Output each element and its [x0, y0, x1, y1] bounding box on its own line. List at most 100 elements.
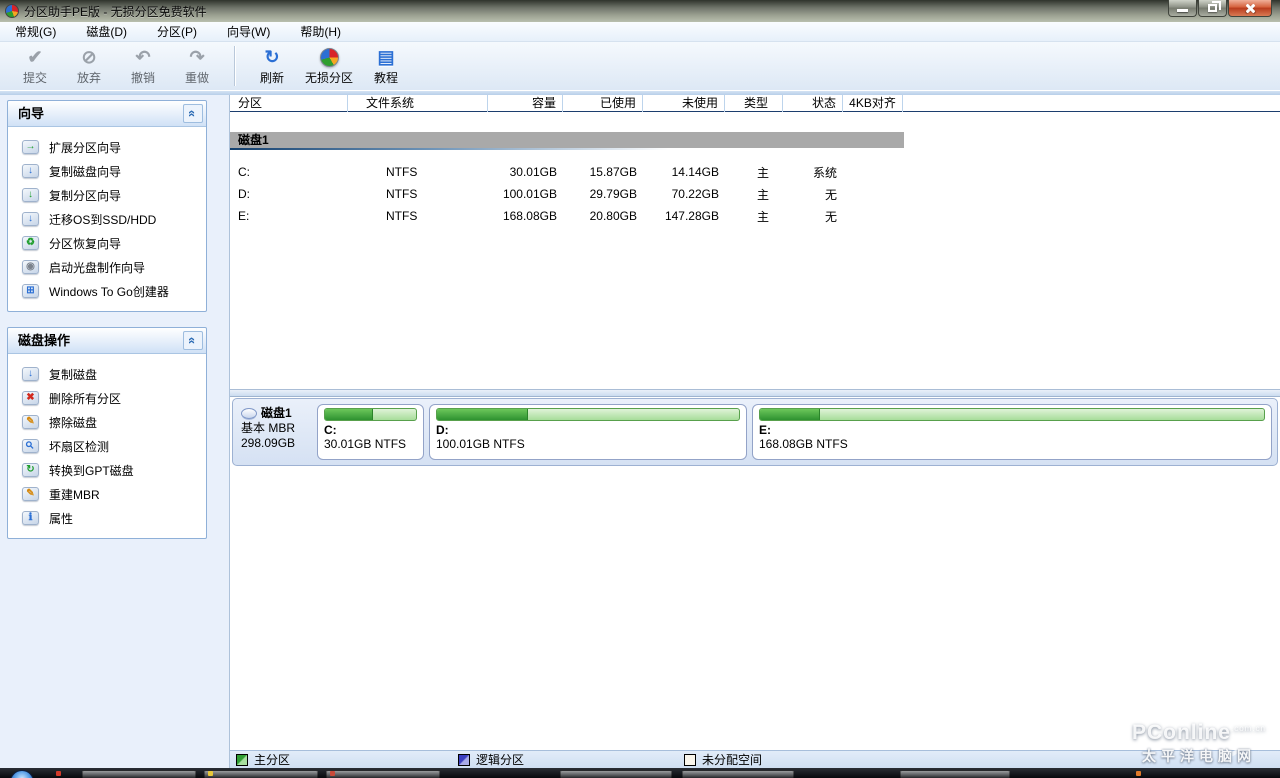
sidebar-item-migrate-os[interactable]: ↓ 迁移OS到SSD/HDD [8, 207, 206, 231]
partition-table-header: 分区 文件系统 容量 已使用 未使用 类型 状态 4KB对齐 [230, 95, 1280, 112]
magnifier-icon: ⚲ [22, 439, 39, 453]
commit-button[interactable]: ✔ 提交 [8, 44, 62, 88]
taskbar-icon [330, 771, 335, 776]
main-area: 分区 文件系统 容量 已使用 未使用 类型 状态 4KB对齐 磁盘1 C: NT… [230, 95, 1280, 768]
table-row-e[interactable]: E: NTFS 168.08GB 20.80GB 147.28GB 主 无 [230, 205, 1280, 227]
sidebar-item-copy-partition-wizard[interactable]: ↓ 复制分区向导 [8, 183, 206, 207]
legend-logical-partition: 逻辑分区 [458, 751, 524, 768]
sidebar-item-properties[interactable]: ℹ 属性 [8, 506, 206, 530]
minimize-button[interactable] [1168, 0, 1197, 17]
disk-group-underline [230, 148, 904, 150]
menu-disk[interactable]: 磁盘(D) [71, 22, 142, 42]
taskbar-window-button[interactable] [204, 770, 318, 778]
restore-button[interactable] [1198, 0, 1227, 17]
tutorial-icon: ▤ [377, 46, 395, 67]
rebuild-mbr-icon: ✎ [22, 487, 39, 501]
lossless-partition-icon [319, 47, 339, 67]
taskbar-window-button[interactable] [682, 770, 794, 778]
menu-general[interactable]: 常规(G) [0, 22, 71, 42]
column-header-status[interactable]: 状态 [783, 95, 843, 112]
partition-block-d[interactable]: D: 100.01GB NTFS [429, 404, 747, 460]
sidebar-item-rebuild-mbr[interactable]: ✎ 重建MBR [8, 482, 206, 506]
usage-bar [759, 408, 1265, 421]
windows-to-go-icon: ⊞ [22, 284, 39, 298]
info-icon: ℹ [22, 511, 39, 525]
wizard-panel: 向导 « → 扩展分区向导 ↓ 复制磁盘向导 ↓ 复制分区向导 ↓ 迁移OS到S… [7, 100, 207, 312]
undo-button[interactable]: ↶ 撤销 [116, 44, 170, 88]
column-header-4kb-align[interactable]: 4KB对齐 [843, 95, 903, 112]
partition-block-c[interactable]: C: 30.01GB NTFS [317, 404, 424, 460]
extend-partition-icon: → [22, 140, 39, 154]
disk-ops-collapse-button[interactable]: « [183, 331, 203, 350]
sidebar-item-partition-recovery[interactable]: ♻ 分区恢复向导 [8, 231, 206, 255]
sidebar-item-bootable-cd[interactable]: ◉ 启动光盘制作向导 [8, 255, 206, 279]
app-window: 分区助手PE版 - 无损分区免费软件 常规(G) 磁盘(D) 分区(P) 向导(… [0, 0, 1280, 778]
chevron-up-icon: « [185, 336, 201, 345]
disk-graph-panel: 磁盘1 基本 MBR 298.09GB C: 30.01GB NTFS D: 1… [232, 398, 1278, 466]
disk-group-header[interactable]: 磁盘1 [230, 132, 904, 148]
sidebar-item-extend-partition-wizard[interactable]: → 扩展分区向导 [8, 135, 206, 159]
wizard-panel-header[interactable]: 向导 « [8, 101, 206, 127]
menu-bar: 常规(G) 磁盘(D) 分区(P) 向导(W) 帮助(H) [0, 22, 1280, 42]
commit-icon: ✔ [27, 46, 43, 67]
chevron-up-icon: « [185, 109, 201, 118]
partition-block-e[interactable]: E: 168.08GB NTFS [752, 404, 1272, 460]
wizard-collapse-button[interactable]: « [183, 104, 203, 123]
undo-icon: ↶ [135, 46, 151, 67]
legend-unallocated-space: 未分配空间 [684, 751, 762, 768]
sidebar-item-convert-to-gpt[interactable]: ↻ 转换到GPT磁盘 [8, 458, 206, 482]
taskbar-icon[interactable] [56, 771, 61, 776]
close-button[interactable] [1228, 0, 1272, 17]
lossless-partition-button[interactable]: 无损分区 [299, 44, 359, 88]
logical-partition-color-swatch [458, 753, 471, 766]
caption-buttons [1167, 0, 1272, 17]
disk-info[interactable]: 磁盘1 基本 MBR 298.09GB [237, 404, 317, 460]
tutorial-button[interactable]: ▤ 教程 [359, 44, 413, 88]
menu-partition[interactable]: 分区(P) [142, 22, 212, 42]
migrate-os-icon: ↓ [22, 212, 39, 226]
sidebar-item-copy-disk-wizard[interactable]: ↓ 复制磁盘向导 [8, 159, 206, 183]
disk-icon [241, 408, 257, 419]
sidebar-item-bad-sector-test[interactable]: ⚲ 坏扇区检测 [8, 434, 206, 458]
windows-taskbar [0, 768, 1280, 778]
taskbar-window-button[interactable] [326, 770, 440, 778]
taskbar-window-button[interactable] [900, 770, 1010, 778]
table-row-c[interactable]: C: NTFS 30.01GB 15.87GB 14.14GB 主 系统 [230, 161, 1280, 183]
column-header-filesystem[interactable]: 文件系统 [348, 95, 488, 112]
status-bar: 主分区 逻辑分区 未分配空间 [230, 750, 1280, 768]
taskbar-window-button[interactable] [82, 770, 196, 778]
sidebar-item-copy-disk[interactable]: ↓ 复制磁盘 [8, 362, 206, 386]
menu-help[interactable]: 帮助(H) [285, 22, 356, 42]
sidebar-item-windows-to-go[interactable]: ⊞ Windows To Go创建器 [8, 279, 206, 303]
taskbar-window-button[interactable] [560, 770, 672, 778]
partition-table: 磁盘1 C: NTFS 30.01GB 15.87GB 14.14GB 主 系统 [230, 112, 1280, 389]
sidebar-item-delete-all-partitions[interactable]: ✖ 删除所有分区 [8, 386, 206, 410]
copy-disk-wizard-icon: ↓ [22, 164, 39, 178]
column-header-used[interactable]: 已使用 [563, 95, 643, 112]
column-header-capacity[interactable]: 容量 [488, 95, 563, 112]
column-header-unused[interactable]: 未使用 [643, 95, 725, 112]
refresh-button[interactable]: ↻ 刷新 [245, 44, 299, 88]
taskbar-tray-icon[interactable] [1136, 771, 1141, 776]
discard-button[interactable]: ⊘ 放弃 [62, 44, 116, 88]
redo-icon: ↷ [189, 46, 205, 67]
refresh-icon: ↻ [264, 46, 280, 67]
start-orb[interactable] [10, 770, 34, 778]
sidebar: 向导 « → 扩展分区向导 ↓ 复制磁盘向导 ↓ 复制分区向导 ↓ 迁移OS到S… [0, 95, 230, 768]
horizontal-splitter[interactable] [230, 389, 1280, 397]
column-header-partition[interactable]: 分区 [230, 95, 348, 112]
delete-all-partitions-icon: ✖ [22, 391, 39, 405]
sidebar-item-wipe-disk[interactable]: ✎ 擦除磁盘 [8, 410, 206, 434]
table-row-d[interactable]: D: NTFS 100.01GB 29.79GB 70.22GB 主 无 [230, 183, 1280, 205]
redo-button[interactable]: ↷ 重做 [170, 44, 224, 88]
partition-recovery-icon: ♻ [22, 236, 39, 250]
bootable-cd-icon: ◉ [22, 260, 39, 274]
menu-wizard[interactable]: 向导(W) [212, 22, 285, 42]
disk-operations-panel-header[interactable]: 磁盘操作 « [8, 328, 206, 354]
column-header-type[interactable]: 类型 [725, 95, 783, 112]
app-icon [5, 4, 19, 18]
empty-area [230, 466, 1280, 750]
taskbar-icon [208, 771, 213, 776]
title-bar: 分区助手PE版 - 无损分区免费软件 [0, 0, 1280, 22]
discard-icon: ⊘ [81, 46, 97, 67]
